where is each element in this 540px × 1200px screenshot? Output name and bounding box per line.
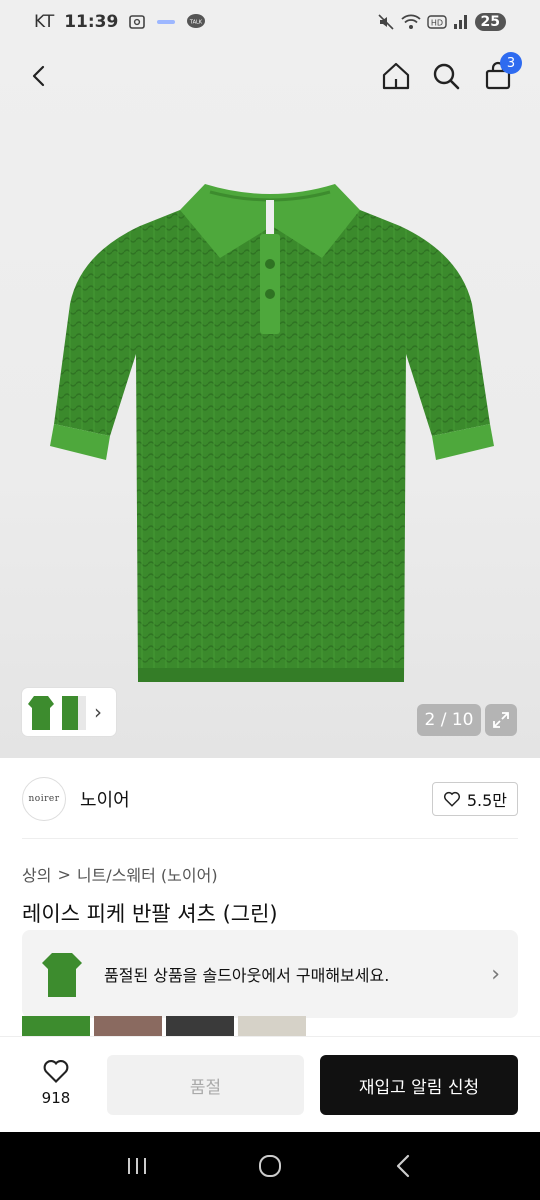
- related-thumb-beige[interactable]: [238, 1016, 306, 1038]
- search-icon: [433, 63, 460, 90]
- divider: [22, 838, 518, 839]
- related-thumb-black[interactable]: [166, 1016, 234, 1038]
- banner-product-thumbnail: [42, 953, 82, 997]
- breadcrumb-category[interactable]: 상의: [22, 862, 51, 886]
- notification-dot-icon: [156, 17, 176, 27]
- hd-icon: HD: [426, 14, 447, 30]
- brand-name[interactable]: 노이어: [80, 786, 130, 812]
- status-left: KT 11:39 TALK: [34, 12, 206, 32]
- home-icon: [382, 62, 410, 90]
- chevron-right-icon: ›: [491, 961, 500, 987]
- carrier-label: KT: [34, 12, 55, 32]
- android-back-button[interactable]: [373, 1141, 433, 1191]
- back-button[interactable]: [20, 56, 60, 96]
- heart-icon: [443, 791, 460, 807]
- recent-apps-button[interactable]: [107, 1141, 167, 1191]
- brand-logo-text: noirer: [28, 794, 60, 804]
- related-thumb-brown[interactable]: [94, 1016, 162, 1038]
- related-thumbnails[interactable]: [22, 1016, 306, 1038]
- product-image[interactable]: [40, 174, 500, 694]
- svg-text:HD: HD: [430, 19, 442, 28]
- search-button[interactable]: [426, 56, 466, 96]
- brand-row: noirer 노이어 5.5만: [22, 776, 518, 822]
- back-chevron-icon: [397, 1154, 410, 1178]
- chevron-left-icon: [32, 65, 45, 87]
- expand-button[interactable]: [485, 704, 517, 736]
- kakaotalk-label: TALK: [189, 20, 203, 26]
- wifi-icon: [400, 14, 421, 30]
- home-button[interactable]: [376, 56, 416, 96]
- wish-button[interactable]: 918: [26, 1057, 86, 1107]
- top-nav: 3: [0, 44, 540, 106]
- android-nav-bar: [0, 1132, 540, 1200]
- cart-button[interactable]: 3: [478, 52, 522, 96]
- bottom-action-bar: 918 품절 재입고 알림 신청: [0, 1036, 540, 1132]
- expand-icon: [493, 712, 509, 728]
- signal-icon: [453, 14, 469, 30]
- screenshot-icon: [128, 13, 146, 31]
- product-title: 레이스 피케 반팔 셔츠 (그린): [22, 902, 278, 926]
- chevron-right-icon: ›: [94, 700, 102, 724]
- restock-alert-button[interactable]: 재입고 알림 신청: [320, 1055, 518, 1115]
- recent-apps-icon: [127, 1158, 146, 1174]
- breadcrumb-subcategory[interactable]: 니트/스웨터 (노이어): [77, 862, 218, 886]
- kakaotalk-icon: TALK: [186, 13, 206, 31]
- status-right: HD 25: [377, 13, 506, 31]
- status-bar: KT 11:39 TALK HD 25: [0, 0, 540, 44]
- breadcrumb-separator: >: [57, 864, 71, 884]
- banner-text: 품절된 상품을 솔드아웃에서 구매해보세요.: [104, 966, 390, 985]
- wish-count: 918: [41, 1089, 71, 1107]
- brand-like-count: 5.5만: [466, 791, 507, 810]
- battery-indicator: 25: [474, 13, 506, 31]
- clock-time: 11:39: [64, 12, 119, 32]
- brand-logo[interactable]: noirer: [22, 777, 66, 821]
- thumbnail-shirt-front: [28, 696, 54, 730]
- home-circle-icon: [258, 1155, 281, 1177]
- thumbnail-shirt-model: [62, 696, 86, 730]
- gallery-counter: 2 / 10: [417, 704, 481, 736]
- android-home-button[interactable]: [240, 1141, 300, 1191]
- gallery-thumbnail-strip[interactable]: ›: [22, 688, 116, 736]
- heart-icon: [43, 1060, 69, 1083]
- soldout-button: 품절: [107, 1055, 304, 1115]
- cart-count-badge: 3: [500, 52, 522, 74]
- breadcrumb: 상의 > 니트/스웨터 (노이어): [22, 862, 218, 886]
- brand-like-button[interactable]: 5.5만: [431, 782, 518, 816]
- mute-icon: [377, 13, 395, 31]
- product-gallery[interactable]: 3 › 2 / 10: [0, 44, 540, 758]
- soldout-market-banner[interactable]: 품절된 상품을 솔드아웃에서 구매해보세요. ›: [22, 930, 518, 1018]
- related-thumb-green[interactable]: [22, 1016, 90, 1038]
